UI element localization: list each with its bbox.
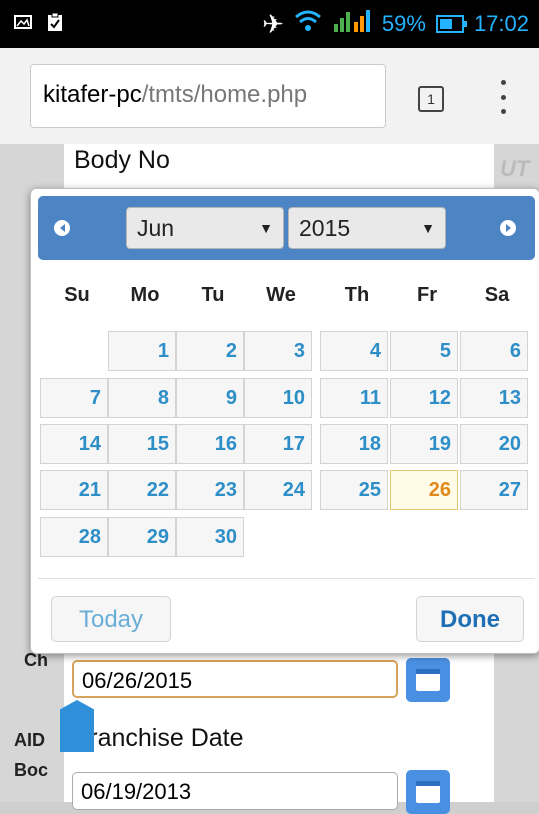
day-cell[interactable]: 6 <box>460 331 528 371</box>
day-cell[interactable]: 2 <box>176 331 244 371</box>
day-cell[interactable]: 20 <box>460 424 528 464</box>
calendar-icon <box>416 781 440 803</box>
year-value: 2015 <box>299 214 351 241</box>
menu-dots-icon[interactable] <box>498 80 508 114</box>
date-input[interactable]: 06/26/2015 <box>72 660 398 698</box>
weekday-header: Fr <box>417 284 437 306</box>
battery-icon <box>435 15 467 33</box>
day-cell[interactable]: 25 <box>320 470 388 510</box>
franchise-date-label: Franchise Date <box>74 724 244 752</box>
day-cell[interactable]: 9 <box>176 378 244 418</box>
day-cell[interactable]: 7 <box>40 378 108 418</box>
weekday-header: Tu <box>201 284 225 306</box>
chevron-down-icon: ▼ <box>259 220 273 236</box>
day-cell[interactable]: 19 <box>390 424 458 464</box>
datepicker-divider <box>38 578 535 579</box>
weekday-header: Mo <box>130 284 160 306</box>
chevron-down-icon: ▼ <box>421 220 435 236</box>
day-cell[interactable]: 17 <box>244 424 312 464</box>
url-bar[interactable]: kitafer-pc/tmts/home.php <box>30 64 386 128</box>
url-path: /tmts/home.php <box>141 81 308 108</box>
day-cell[interactable]: 22 <box>108 470 176 510</box>
day-cell[interactable]: 12 <box>390 378 458 418</box>
day-cell[interactable]: 21 <box>40 470 108 510</box>
image-icon <box>14 15 32 34</box>
weekday-header: Th <box>344 284 370 306</box>
calendar-icon <box>416 669 440 691</box>
url-host: kitafer-pc <box>43 81 142 108</box>
day-cell[interactable]: 4 <box>320 331 388 371</box>
day-cell[interactable]: 30 <box>176 517 244 557</box>
day-cell[interactable]: 5 <box>390 331 458 371</box>
mute-icon: ✈ <box>262 8 284 39</box>
day-cell[interactable]: 23 <box>176 470 244 510</box>
day-cell[interactable]: 27 <box>460 470 528 510</box>
day-cell[interactable]: 10 <box>244 378 312 418</box>
month-select[interactable]: Jun ▼ <box>126 207 284 249</box>
year-select[interactable]: 2015 ▼ <box>288 207 446 249</box>
background-text-bod: Boc <box>14 760 49 780</box>
day-cell[interactable]: 18 <box>320 424 388 464</box>
day-cell[interactable]: 28 <box>40 517 108 557</box>
text-selection-handle[interactable] <box>60 700 94 752</box>
day-cell[interactable]: 14 <box>40 424 108 464</box>
franchise-calendar-button[interactable] <box>406 770 450 814</box>
today-button[interactable]: Today <box>51 596 171 642</box>
prev-month-icon[interactable] <box>54 220 70 236</box>
day-cell-today[interactable]: 26 <box>390 470 458 510</box>
day-cell[interactable]: 8 <box>108 378 176 418</box>
day-cell[interactable]: 29 <box>108 517 176 557</box>
clipboard-icon <box>46 12 64 37</box>
weekday-header: Sa <box>484 284 510 306</box>
next-month-icon[interactable] <box>500 220 516 236</box>
franchise-date-input[interactable]: 06/19/2013 <box>72 772 398 810</box>
calendar-button[interactable] <box>406 658 450 702</box>
day-cell[interactable]: 16 <box>176 424 244 464</box>
day-cell[interactable]: 11 <box>320 378 388 418</box>
day-cell[interactable]: 1 <box>108 331 176 371</box>
day-cell[interactable]: 13 <box>460 378 528 418</box>
month-value: Jun <box>137 214 175 241</box>
wifi-icon <box>294 9 322 39</box>
background-text-aid: AID <box>14 730 45 750</box>
status-right: ✈ 59% 17:02 <box>262 8 529 40</box>
done-button[interactable]: Done <box>416 596 524 642</box>
status-left-icons <box>14 12 64 37</box>
day-cell[interactable]: 15 <box>108 424 176 464</box>
datepicker-header <box>38 196 535 260</box>
signal-icon <box>332 8 372 40</box>
day-cell[interactable]: 3 <box>244 331 312 371</box>
battery-percent: 59% <box>381 11 426 36</box>
tab-switcher-button[interactable]: 1 <box>418 86 444 112</box>
day-cell[interactable]: 24 <box>244 470 312 510</box>
weekday-header: Su <box>64 284 90 306</box>
body-no-label: Body No <box>74 146 170 174</box>
clock: 17:02 <box>473 11 529 36</box>
weekday-header: We <box>266 284 296 306</box>
background-text-ut: UT <box>500 156 530 181</box>
